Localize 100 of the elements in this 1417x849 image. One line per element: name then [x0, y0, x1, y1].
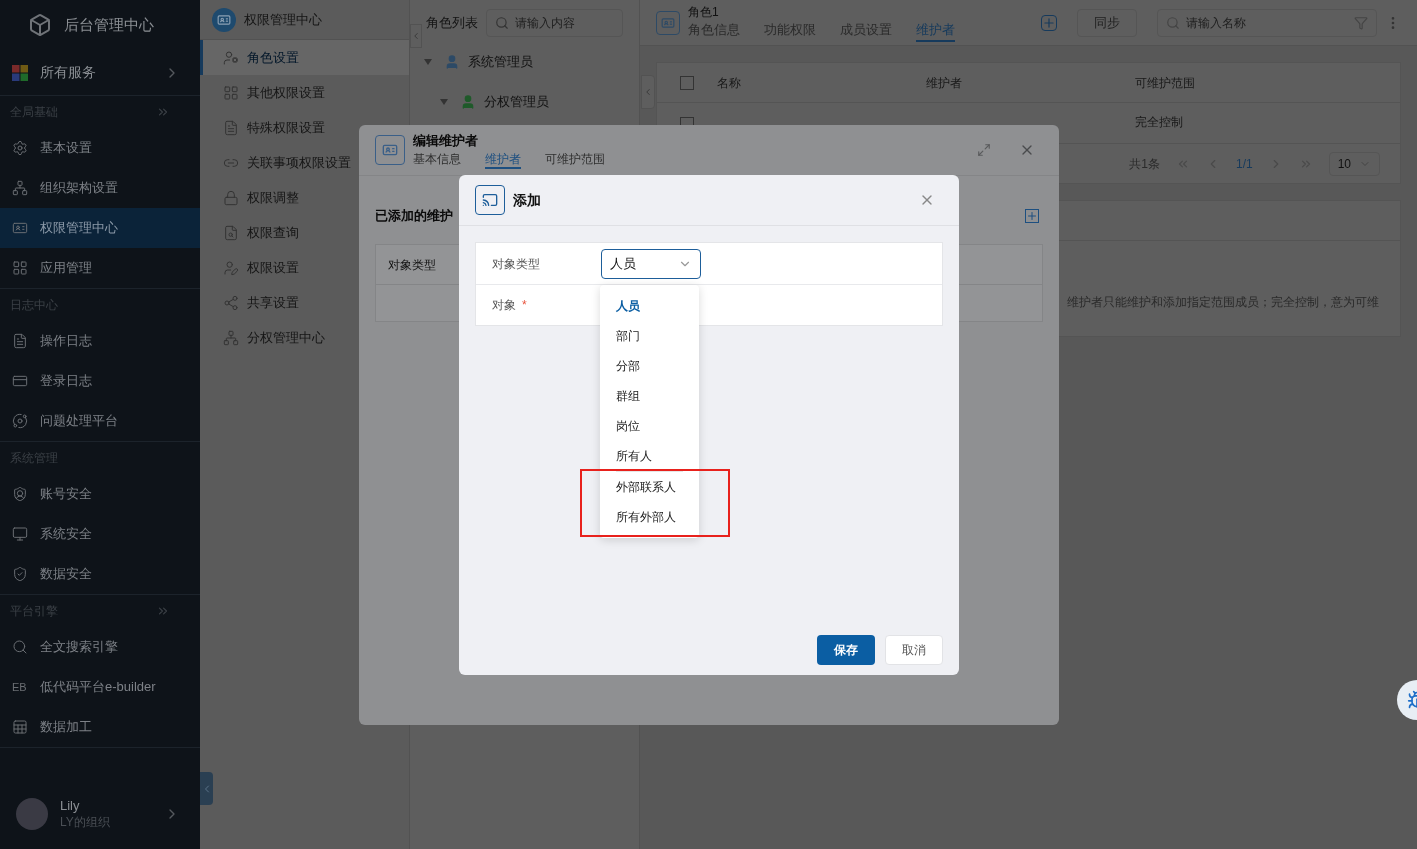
menu-item-label: 权限设置	[247, 258, 299, 277]
avatar[interactable]	[16, 798, 48, 830]
required-mark: *	[522, 297, 527, 314]
sidebar-item[interactable]: 基本设置	[0, 128, 200, 168]
sidebar-item[interactable]: 组织架构设置	[0, 168, 200, 208]
dropdown-option[interactable]: 岗位	[616, 417, 640, 435]
dialog-icon	[475, 185, 505, 215]
sidebar-item-label: 权限管理中心	[40, 219, 118, 238]
add-icon[interactable]	[1041, 14, 1057, 31]
sidebar-item[interactable]: 数据加工	[0, 707, 200, 747]
search-field[interactable]: 请输入名称	[1157, 8, 1377, 37]
grid-icon	[12, 260, 28, 276]
person-icon	[460, 94, 476, 110]
menu-item[interactable]: 其他权限设置	[200, 75, 409, 110]
sidebar-item[interactable]: 全文搜索引擎	[0, 627, 200, 667]
menu-item-label: 分权管理中心	[247, 328, 325, 347]
tab[interactable]: 可维护范围	[545, 151, 605, 169]
monitor-icon	[12, 526, 28, 542]
shield-user-icon	[12, 486, 28, 502]
object-type-select[interactable]: 人员	[601, 248, 701, 279]
expand-icon[interactable]	[977, 143, 991, 157]
menu-item-label: 权限调整	[247, 188, 299, 207]
collapse-tab[interactable]	[410, 24, 422, 48]
sidebar-item[interactable]: 应用管理	[0, 248, 200, 288]
document-icon	[223, 119, 239, 136]
sidebar-item[interactable]: EB 低代码平台e-builder	[0, 667, 200, 707]
sidebar-item-label: 系统安全	[40, 525, 92, 544]
shield-icon	[12, 566, 28, 582]
sidebar-item-label: 低代码平台e-builder	[40, 678, 156, 697]
sidebar-item[interactable]: 操作日志	[0, 321, 200, 361]
search-icon	[12, 639, 28, 655]
column-header: 名称	[717, 74, 742, 92]
module-title: 权限管理中心	[244, 10, 322, 29]
caret-icon[interactable]	[440, 99, 448, 105]
sheet-icon	[12, 719, 28, 735]
dropdown-option[interactable]: 所有外部人	[616, 508, 676, 526]
menu-item[interactable]: 角色设置	[200, 40, 409, 75]
role-title: 角色1	[688, 3, 720, 20]
grid-icon	[223, 84, 239, 101]
menu-item-label: 共享设置	[247, 293, 299, 312]
tree-item[interactable]: 系统管理员	[468, 52, 533, 72]
checkbox[interactable]	[680, 75, 694, 90]
tab[interactable]: 维护者	[485, 151, 521, 169]
sidebar-item[interactable]: 账号安全	[0, 474, 200, 514]
table-cell: 完全控制	[1135, 115, 1183, 129]
cancel-button[interactable]: 取消	[885, 635, 943, 665]
tree-item[interactable]: 分权管理员	[484, 92, 549, 112]
colorful-grid-icon	[12, 64, 28, 81]
dialog-title: 编辑维护者	[413, 132, 479, 150]
all-services-link[interactable]: 所有服务	[40, 62, 96, 83]
planet-icon	[12, 413, 28, 429]
collapse-handle[interactable]	[200, 772, 213, 805]
menu-item-label: 权限查询	[247, 223, 299, 242]
dialog-title: 添加	[513, 190, 541, 210]
user-gear-icon	[223, 49, 239, 66]
sidebar-item[interactable]: 问题处理平台	[0, 401, 200, 441]
menu-item-label: 其他权限设置	[247, 83, 325, 102]
lock-icon	[223, 189, 239, 206]
search-placeholder: 请输入名称	[1186, 14, 1246, 32]
page-size-select[interactable]: 10	[1328, 151, 1380, 176]
user-name: Lily	[60, 798, 81, 815]
page-indicator: 1/1	[1235, 155, 1253, 173]
search-icon	[1166, 15, 1180, 30]
sidebar-item[interactable]: 数据安全	[0, 554, 200, 594]
dropdown-option[interactable]: 分部	[616, 357, 640, 375]
add-icon[interactable]	[1025, 209, 1039, 223]
menu-item[interactable]: 分权管理中心	[200, 320, 409, 355]
menu-item[interactable]: 共享设置	[200, 285, 409, 320]
dropdown-option[interactable]: 人员	[616, 297, 640, 315]
cube-logo-icon	[28, 13, 52, 37]
menu-item-label: 关联事项权限设置	[247, 153, 351, 172]
dropdown-option[interactable]: 部门	[616, 327, 640, 345]
sidebar-item[interactable]: 系统安全	[0, 514, 200, 554]
document-icon	[12, 333, 28, 349]
sidebar-item[interactable]: 登录日志	[0, 361, 200, 401]
collapse-tab[interactable]	[641, 75, 655, 109]
chevron-left-icon	[411, 31, 421, 41]
double-chevron-icon[interactable]	[156, 105, 170, 119]
sidebar-item-label: 登录日志	[40, 372, 92, 391]
search-field[interactable]: 请输入内容	[486, 9, 623, 37]
sidebar-item[interactable]: 权限管理中心	[0, 208, 200, 248]
sidebar-item-label: 全文搜索引擎	[40, 638, 118, 657]
filter-icon[interactable]	[1354, 15, 1368, 30]
menu-item[interactable]: 特殊权限设置	[200, 110, 409, 145]
double-chevron-icon[interactable]	[156, 604, 170, 618]
document-search-icon	[223, 224, 239, 241]
dropdown-option[interactable]: 所有人	[616, 447, 652, 465]
person-icon	[444, 54, 460, 70]
tab[interactable]: 基本信息	[413, 151, 461, 169]
column-header: 对象类型	[388, 256, 436, 274]
panel-title: 角色列表	[426, 14, 478, 33]
menu-item[interactable]: 关联事项权限设置	[200, 145, 409, 180]
dropdown-option[interactable]: 群组	[616, 387, 640, 405]
org-chart-icon	[223, 329, 239, 346]
dropdown-option[interactable]: 外部联系人	[616, 478, 676, 496]
id-card-icon	[12, 220, 28, 236]
save-button[interactable]: 保存	[817, 635, 875, 665]
caret-icon[interactable]	[424, 59, 432, 65]
sidebar-item-label: 问题处理平台	[40, 412, 118, 431]
module-logo-icon	[212, 7, 236, 32]
